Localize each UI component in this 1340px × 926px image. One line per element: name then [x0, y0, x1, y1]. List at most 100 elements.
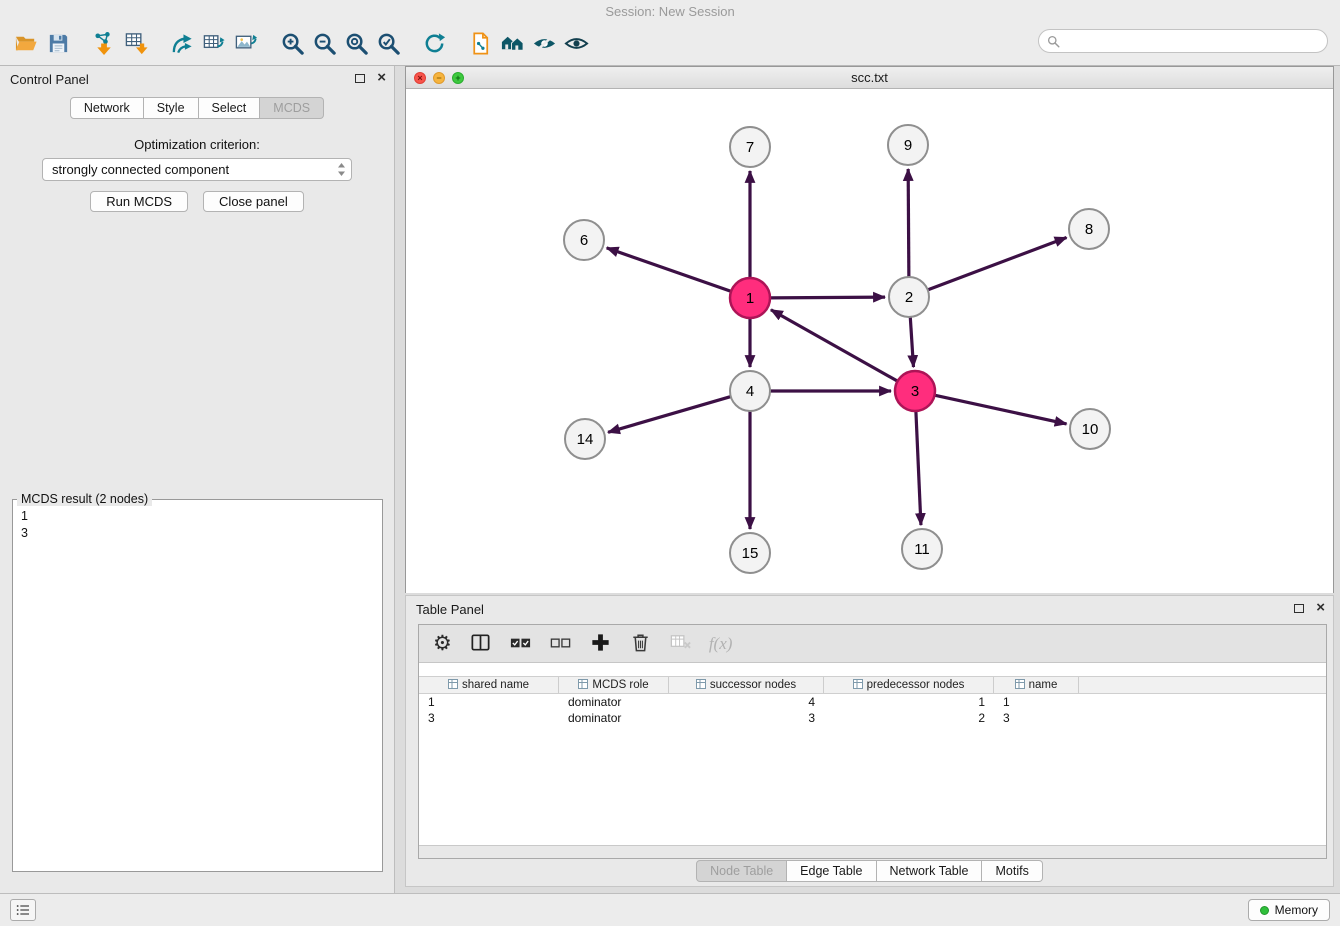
cell-shared-name: 1	[419, 694, 559, 710]
apply-layout-button[interactable]	[418, 27, 450, 59]
table-delete-icon	[669, 631, 692, 654]
svg-text:6: 6	[580, 232, 588, 249]
refresh-icon	[422, 31, 447, 56]
mcds-result-box: MCDS result (2 nodes) 13	[12, 492, 383, 872]
import-table-button[interactable]	[120, 27, 152, 59]
table-tab-motifs[interactable]: Motifs	[982, 860, 1042, 882]
import-network-button[interactable]	[88, 27, 120, 59]
float-panel-icon[interactable]	[355, 74, 365, 83]
column-header-name[interactable]: name	[994, 677, 1079, 693]
close-table-panel-icon[interactable]: ×	[1316, 602, 1325, 614]
node-3[interactable]: 3	[895, 371, 935, 411]
select-all-button[interactable]	[509, 631, 532, 657]
create-column-button[interactable]	[589, 631, 612, 657]
tab-select[interactable]: Select	[199, 97, 261, 119]
search-field[interactable]	[1038, 29, 1328, 53]
edge-3-11[interactable]	[916, 411, 921, 525]
open-session-button[interactable]	[10, 27, 42, 59]
show-columns-button[interactable]	[469, 631, 492, 657]
new-network-button[interactable]	[166, 27, 198, 59]
mcds-result-list: 13	[13, 506, 382, 544]
network-canvas[interactable]: 7 9 6 8 1 2 4 3 14 10 15 11	[406, 90, 1333, 593]
node-14[interactable]: 14	[565, 419, 605, 459]
tab-style[interactable]: Style	[144, 97, 199, 119]
tab-network[interactable]: Network	[70, 97, 144, 119]
show-graphics-details-button[interactable]	[560, 27, 592, 59]
svg-text:2: 2	[905, 289, 913, 306]
svg-text:14: 14	[577, 431, 594, 448]
edge-2-8[interactable]	[928, 237, 1067, 289]
open-folder-icon	[14, 31, 39, 56]
table-row[interactable]: 1dominator411	[419, 694, 1326, 710]
memory-label: Memory	[1275, 903, 1318, 917]
export-table-button[interactable]	[198, 27, 230, 59]
search-input[interactable]	[1065, 34, 1319, 49]
table-tab-network-table[interactable]: Network Table	[877, 860, 983, 882]
table-content: ⚙	[418, 624, 1327, 859]
unselect-all-button[interactable]	[549, 631, 572, 657]
node-9[interactable]: 9	[888, 125, 928, 165]
table-horizontal-scrollbar[interactable]	[419, 845, 1326, 858]
table-tab-node-table[interactable]: Node Table	[696, 860, 787, 882]
delete-column-button[interactable]	[629, 631, 652, 657]
node-2[interactable]: 2	[889, 277, 929, 317]
zoom-out-button[interactable]	[308, 27, 340, 59]
column-header-successor-nodes[interactable]: successor nodes	[669, 677, 824, 693]
edge-4-14[interactable]	[608, 397, 731, 433]
hide-graphics-details-button[interactable]	[528, 27, 560, 59]
dropdown-arrows-icon	[337, 162, 346, 177]
close-panel-button[interactable]: Close panel	[203, 191, 304, 212]
zoom-selected-button[interactable]	[372, 27, 404, 59]
network-window: × − + scc.txt 7 9 6 8 1 2 4 3 14 10 15 11	[405, 66, 1334, 593]
edge-3-1[interactable]	[771, 310, 898, 381]
edge-2-9[interactable]	[908, 169, 909, 277]
column-header-predecessor-nodes[interactable]: predecessor nodes	[824, 677, 994, 693]
svg-text:15: 15	[742, 545, 759, 562]
edge-1-2[interactable]	[770, 297, 885, 298]
save-session-button[interactable]	[42, 27, 74, 59]
edge-1-6[interactable]	[607, 248, 731, 291]
node-1[interactable]: 1	[730, 278, 770, 318]
table-settings-button[interactable]: ⚙	[433, 633, 452, 654]
tab-mcds[interactable]: MCDS	[260, 97, 324, 119]
delete-table-button[interactable]	[669, 631, 692, 657]
optimization-dropdown[interactable]: strongly connected component	[42, 158, 352, 181]
cell-successor-nodes: 3	[669, 710, 824, 726]
run-mcds-button[interactable]: Run MCDS	[90, 191, 188, 212]
node-8[interactable]: 8	[1069, 209, 1109, 249]
node-11[interactable]: 11	[902, 529, 942, 569]
zoom-fit-button[interactable]	[340, 27, 372, 59]
export-image-button[interactable]	[230, 27, 262, 59]
node-15[interactable]: 15	[730, 533, 770, 573]
node-4[interactable]: 4	[730, 371, 770, 411]
eye-icon	[564, 31, 589, 56]
column-header-shared-name[interactable]: shared name	[419, 677, 559, 693]
trash-icon	[629, 631, 652, 654]
network-from-selection-button[interactable]	[464, 27, 496, 59]
table-toolbar: ⚙	[419, 625, 1326, 663]
table-tab-edge-table[interactable]: Edge Table	[787, 860, 876, 882]
svg-text:7: 7	[746, 139, 754, 156]
float-table-panel-icon[interactable]	[1294, 604, 1304, 613]
edge-3-10[interactable]	[935, 395, 1067, 424]
memory-status-icon	[1260, 906, 1269, 915]
node-10[interactable]: 10	[1070, 409, 1110, 449]
network-window-titlebar: × − + scc.txt	[406, 67, 1333, 89]
save-icon	[46, 31, 71, 56]
column-header-mcds-role[interactable]: MCDS role	[559, 677, 669, 693]
control-panel: Control Panel × NetworkStyleSelectMCDS O…	[0, 66, 395, 893]
table-row[interactable]: 3dominator323	[419, 710, 1326, 726]
svg-text:1: 1	[746, 290, 754, 307]
function-builder-button[interactable]: f(x)	[709, 634, 733, 654]
close-panel-icon[interactable]: ×	[377, 72, 386, 84]
status-menu-button[interactable]	[10, 899, 36, 921]
main-toolbar	[10, 24, 1330, 62]
edge-2-3[interactable]	[910, 317, 913, 367]
first-neighbors-button[interactable]	[496, 27, 528, 59]
node-6[interactable]: 6	[564, 220, 604, 260]
zoom-in-button[interactable]	[276, 27, 308, 59]
node-7[interactable]: 7	[730, 127, 770, 167]
control-panel-title: Control Panel	[10, 72, 89, 87]
memory-button[interactable]: Memory	[1248, 899, 1330, 921]
cell-shared-name: 3	[419, 710, 559, 726]
